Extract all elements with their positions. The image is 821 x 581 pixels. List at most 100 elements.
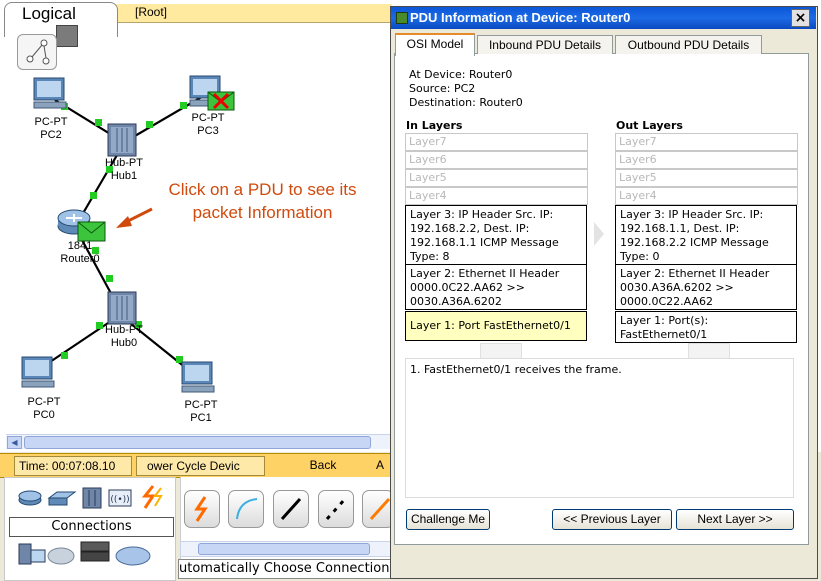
previous-layer-button[interactable]: << Previous Layer [552,509,672,530]
device-type: Hub-PT [105,324,143,336]
connections-category-icon [141,485,163,509]
pc-base [33,101,67,109]
pc1-device [181,361,215,393]
source-text: Source: PC2 [409,82,476,95]
pc-base [21,380,55,388]
device-type: 1841 [67,240,93,252]
link-light [146,121,153,128]
collapse-in-icon[interactable] [480,343,522,359]
out-layers-heading: Out Layers [616,119,683,132]
lightning-icon [194,496,208,522]
tab-inbound-pdu[interactable]: Inbound PDU Details [477,35,613,54]
tab-osi-model[interactable]: OSI Model [395,33,475,56]
auto-connection-button[interactable] [184,490,220,528]
layer-arrow-icon [594,222,604,246]
pc-screen [185,365,209,381]
at-device-text: At Device: Router0 [409,68,513,81]
wireless-category-icon: ((•)) [108,489,132,507]
collapse-out-icon[interactable] [688,343,730,359]
in-layer-5[interactable]: Layer5 [405,169,588,187]
pc3-label[interactable]: PC-PT PC3 [168,112,248,138]
auto-capture-button[interactable]: A [376,456,390,474]
crossover-cable-icon [325,497,347,521]
custom-device-category-icon [80,541,110,562]
scrollbar-thumb[interactable] [198,543,370,555]
wan-cloud-category-icon [47,547,75,565]
pc1-label[interactable]: PC-PT PC1 [161,399,241,425]
out-layer-1[interactable]: Layer 1: Port(s): FastEthernet0/1 [615,311,797,343]
scroll-left-arrow-icon[interactable]: ◀ [7,436,22,449]
annotation-line-2: packet Information [192,203,333,222]
pc0-device [21,356,55,388]
pdu-envelope-icon [77,221,106,242]
annotation-text: Click on a PDU to see its packet Informa… [140,178,385,224]
network-topology [21,75,235,393]
link-light [90,192,97,199]
link-light [180,102,187,109]
device-type: PC-PT [184,399,218,411]
hub1-device [107,123,137,157]
destination-text: Destination: Router0 [409,96,523,109]
annotation-line-1: Click on a PDU to see its [168,180,357,199]
device-name: PC0 [33,409,55,421]
device-type: PC-PT [27,396,61,408]
device-name: PC1 [190,412,212,424]
crossover-button[interactable] [318,490,354,528]
out-layer-6[interactable]: Layer6 [615,151,798,169]
pc2-device [33,77,67,109]
next-layer-button[interactable]: Next Layer >> [676,509,794,530]
hub0-label[interactable]: Hub-PT Hub0 [84,324,164,350]
switch-category-icon [47,491,77,506]
out-layer-4[interactable]: Layer4 [615,187,798,205]
challenge-me-button[interactable]: Challenge Me [406,509,490,530]
multiuser-cloud-category-icon [115,546,151,566]
dialog-title: PDU Information at Device: Router0 [410,10,631,25]
in-layers-heading: In Layers [406,119,463,132]
layer-description: 1. FastEthernet0/1 receives the frame. [405,358,794,498]
scrollbar-thumb[interactable] [24,436,371,449]
close-button[interactable]: × [791,9,810,27]
pc2-label[interactable]: PC-PT PC2 [11,116,91,142]
device-name: Router0 [60,253,100,265]
svg-text:((•)): ((•)) [110,495,129,505]
straight-cable-icon [280,497,302,521]
connection-description: utomatically Choose Connection Ty [178,559,394,579]
pc-base [181,385,215,393]
in-layer-2[interactable]: Layer 2: Ethernet II Header 0000.0C22.AA… [405,264,587,310]
hub-category-icon [82,487,102,509]
device-type: PC-PT [191,112,225,124]
back-button[interactable]: Back [278,456,368,474]
device-type: Hub-PT [105,157,143,169]
out-layer-3[interactable]: Layer 3: IP Header Src. IP: 192.168.1.1,… [615,205,797,265]
connections-label: Connections [9,517,174,537]
console-cable-button[interactable] [228,490,264,528]
out-layer-5[interactable]: Layer5 [615,169,798,187]
device-name: PC3 [197,125,219,137]
power-cycle-button[interactable]: ower Cycle Devic [136,456,265,476]
out-layer-7[interactable]: Layer7 [615,133,798,151]
console-cable-icon [236,498,258,520]
router0-label[interactable]: 1841 Router0 [40,240,120,266]
in-layer-6[interactable]: Layer6 [405,151,588,169]
in-layer-3[interactable]: Layer 3: IP Header Src. IP: 192.168.2.2,… [405,205,587,265]
time-display: Time: 00:07:08.10 [14,456,132,476]
link-light [61,352,68,359]
pc-screen [37,81,61,97]
device-name: Hub0 [110,337,138,349]
end-device-category-icon [18,543,46,565]
device-type: PC-PT [34,116,68,128]
hub0-device [107,291,137,325]
pdu-envelope-failed-icon [207,91,235,111]
app-icon [396,12,408,24]
in-layer-4[interactable]: Layer4 [405,187,588,205]
pc0-label[interactable]: PC-PT PC0 [4,396,84,422]
device-name: PC2 [40,129,62,141]
tab-outbound-pdu[interactable]: Outbound PDU Details [615,35,762,54]
straight-through-button[interactable] [273,490,309,528]
pc-screen [25,360,49,376]
in-layer-7[interactable]: Layer7 [405,133,588,151]
out-layer-2[interactable]: Layer 2: Ethernet II Header 0030.A36A.62… [615,264,797,310]
router-category-icon [18,490,42,506]
link-light [95,119,102,126]
in-layer-1-selected[interactable]: Layer 1: Port FastEthernet0/1 [405,311,587,341]
